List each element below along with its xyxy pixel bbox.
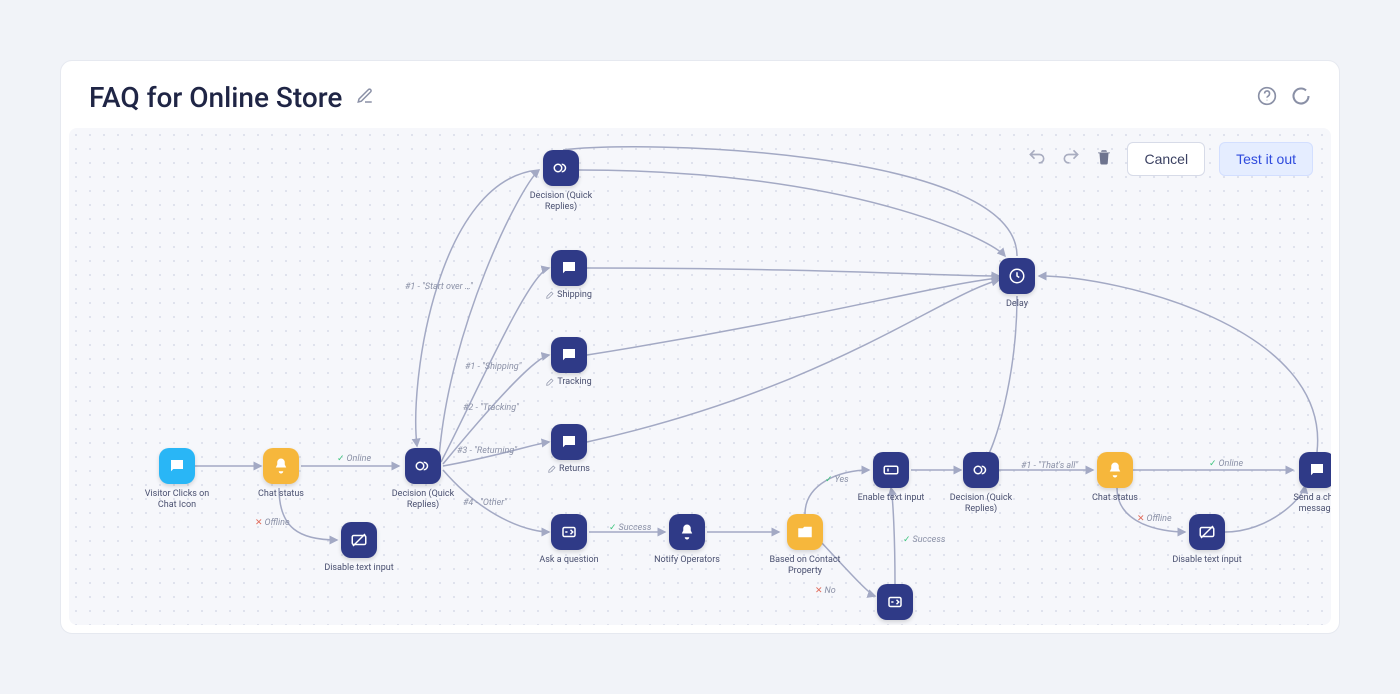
flow-builder-panel: FAQ for Online Store Cancel <box>60 60 1340 634</box>
node-label: Chat status <box>1092 493 1138 504</box>
node-contact-property[interactable]: Based on Contact Property <box>763 514 847 578</box>
edge-label-startover: #1 - "Start over …" <box>405 282 473 292</box>
undo-icon[interactable] <box>1027 147 1047 171</box>
edge-label-success2: ✓Success <box>903 535 945 545</box>
node-label: Disable text input <box>1172 555 1241 566</box>
edge-label-2: #2 - "Tracking" <box>463 403 519 413</box>
edge-label-3: #3 - "Returning" <box>457 446 517 456</box>
cancel-button[interactable]: Cancel <box>1127 142 1205 176</box>
node-ask-question-1[interactable]: Ask a question <box>527 514 611 566</box>
node-label: Visitor Clicks on Chat Icon <box>135 489 219 512</box>
node-disable-text-2[interactable]: Disable text input <box>1165 514 1249 566</box>
node-decision-top[interactable]: Decision (Quick Replies) <box>519 150 603 214</box>
edge-label-yes: ✓Yes <box>825 475 849 485</box>
node-disable-text-1[interactable]: Disable text input <box>317 522 401 574</box>
node-delay[interactable]: Delay <box>975 258 1059 310</box>
edge-label-1: #1 - "Shipping" <box>465 362 521 372</box>
node-decision-2[interactable]: Decision (Quick Replies) <box>939 452 1023 516</box>
node-tracking[interactable]: Tracking <box>527 337 611 387</box>
node-label: Shipping <box>546 290 592 300</box>
flow-canvas[interactable]: Cancel Test it out <box>69 128 1331 625</box>
node-label: Based on Contact Property <box>763 555 847 578</box>
help-icon[interactable] <box>1257 86 1277 110</box>
node-label: Notify Operators <box>654 555 720 566</box>
node-decision-1[interactable]: Decision (Quick Replies) <box>381 448 465 512</box>
node-chatstatus-2[interactable]: Chat status <box>1073 452 1157 504</box>
edit-title-icon[interactable] <box>356 87 374 109</box>
node-label: Decision (Quick Replies) <box>519 191 603 214</box>
redo-icon[interactable] <box>1061 147 1081 171</box>
flow-title: FAQ for Online Store <box>89 81 342 114</box>
node-trigger[interactable]: Visitor Clicks on Chat Icon <box>135 448 219 512</box>
edge-label-online: ✓Online <box>337 454 371 464</box>
canvas-toolbar: Cancel Test it out <box>1027 142 1313 176</box>
header-left: FAQ for Online Store <box>89 81 374 114</box>
edge-label-offline: ✕Offline <box>255 518 290 528</box>
node-label: Decision (Quick Replies) <box>939 493 1023 516</box>
node-label: Enable text input <box>858 493 925 504</box>
trash-icon[interactable] <box>1095 148 1113 170</box>
node-label: Delay <box>1006 299 1028 310</box>
node-label: Decision (Quick Replies) <box>381 489 465 512</box>
node-notify-operators[interactable]: Notify Operators <box>645 514 729 566</box>
header: FAQ for Online Store <box>61 61 1339 128</box>
test-button[interactable]: Test it out <box>1219 142 1313 176</box>
edge-label-4: #4 - "Other" <box>463 498 507 508</box>
node-label: Chat status <box>258 489 304 500</box>
header-right <box>1257 86 1311 110</box>
node-label: Tracking <box>546 377 591 387</box>
node-label: Send a chat message <box>1275 493 1331 516</box>
node-send-chat-message[interactable]: Send a chat message <box>1275 452 1331 516</box>
node-label: Disable text input <box>324 563 393 574</box>
node-label: Returns <box>548 464 590 474</box>
node-returns[interactable]: Returns <box>527 424 611 474</box>
edge-label-thatsall: #1 - "That's all" <box>1021 461 1078 471</box>
edge-label-online2: ✓Online <box>1209 459 1243 469</box>
node-enable-text-input[interactable]: Enable text input <box>849 452 933 504</box>
edge-label-no: ✕No <box>815 586 836 596</box>
node-ask-question-2[interactable]: Ask a question <box>853 584 937 625</box>
sync-icon[interactable] <box>1291 86 1311 110</box>
node-shipping[interactable]: Shipping <box>527 250 611 300</box>
node-chatstatus-1[interactable]: Chat status <box>239 448 323 500</box>
node-label: Ask a question <box>539 555 598 566</box>
